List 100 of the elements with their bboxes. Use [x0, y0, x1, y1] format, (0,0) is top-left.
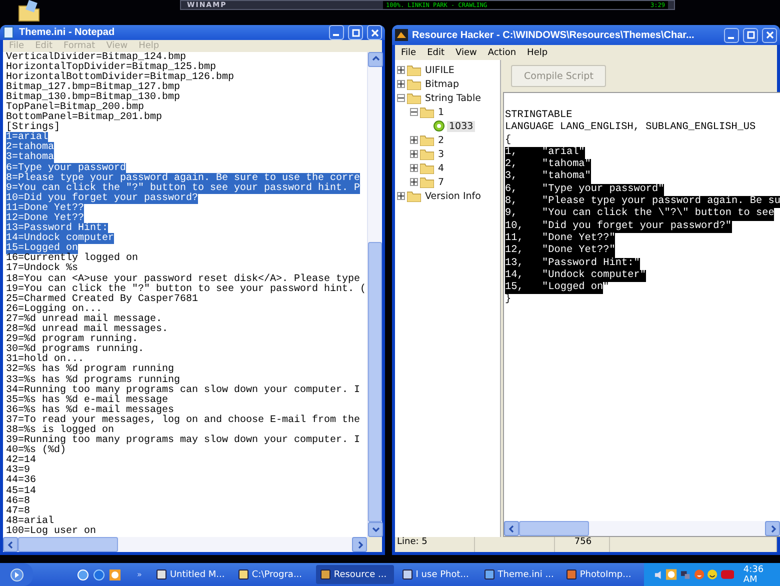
tree-item[interactable]: String Table	[423, 92, 483, 104]
maximize-icon	[352, 28, 360, 37]
expand-icon[interactable]	[410, 150, 418, 158]
scroll-up-icon[interactable]	[368, 52, 383, 66]
text-line: Bitmap_130.bmp=Bitmap_130.bmp	[6, 92, 180, 103]
close-button[interactable]	[367, 25, 382, 40]
folder-icon	[420, 176, 434, 188]
expand-icon[interactable]	[397, 80, 405, 88]
folder-icon	[407, 64, 421, 76]
text-line: 25=Charmed Created By Casper7681	[6, 294, 198, 305]
minimize-button[interactable]	[329, 25, 344, 40]
expand-icon[interactable]	[410, 178, 418, 186]
speaker-icon[interactable]	[654, 570, 664, 580]
collapse-icon[interactable]	[397, 94, 405, 102]
menu-item[interactable]: Edit	[427, 48, 444, 58]
open-folder-icon	[407, 92, 421, 104]
start-button[interactable]	[0, 563, 34, 586]
tree-item[interactable]: 4	[436, 162, 446, 174]
text-line: Bitmap_127.bmp=Bitmap_127.bmp	[6, 82, 180, 93]
text-line: 34=Running too many programs can slow down your computer. I	[6, 384, 360, 396]
close-icon	[370, 28, 378, 37]
text-line: 42=14	[6, 455, 36, 466]
gear-icon	[433, 120, 445, 132]
scroll-right-icon[interactable]	[352, 537, 367, 552]
vertical-scrollbar[interactable]	[367, 52, 382, 537]
string-entry: 6, "Type your password"	[505, 184, 664, 196]
string-entry: 9, "You can click the \"?\" button to see	[505, 208, 774, 221]
text-line: 19=You can click the "?" button to see your password hint. (	[6, 284, 366, 295]
string-entry: 11, "Done Yet??"	[505, 232, 616, 246]
string-entry: 13, "Password Hint:"	[505, 258, 640, 270]
taskbar-button[interactable]: PhotoImp...	[562, 565, 640, 584]
expand-icon[interactable]	[410, 136, 418, 144]
close-icon	[766, 31, 774, 39]
text-line: 40=%s (%d)	[6, 445, 66, 456]
scroll-thumb[interactable]	[368, 242, 382, 522]
menu-item[interactable]: Help	[527, 48, 548, 58]
scroll-left-icon[interactable]	[504, 521, 519, 536]
text-line: HorizontalBottomDivider=Bitmap_126.bmp	[6, 72, 234, 83]
minimize-button[interactable]	[724, 28, 739, 42]
clock-icon[interactable]	[666, 569, 678, 580]
horizontal-scrollbar[interactable]	[3, 537, 367, 552]
window-title: Theme.ini - Notepad	[19, 27, 116, 38]
notepad-icon	[3, 26, 15, 40]
string-entry: 3, "tahoma"	[505, 171, 591, 184]
smiley-icon[interactable]	[694, 569, 704, 580]
menu-item[interactable]: Action	[488, 48, 516, 58]
tree-item[interactable]: UIFILE	[423, 64, 456, 76]
more-button[interactable]: »	[137, 570, 142, 579]
resize-grip[interactable]	[367, 537, 382, 552]
text-line: 100=Log user on	[6, 526, 96, 537]
string-entry: 10, "Did you forget your password?"	[505, 220, 732, 233]
collapse-icon[interactable]	[410, 108, 418, 116]
text-line: 17=Undock %s	[6, 263, 78, 274]
text-line: 27=%d unread mail message.	[6, 314, 162, 325]
scroll-right-icon[interactable]	[765, 521, 780, 536]
expand-icon[interactable]	[410, 164, 418, 172]
text-line: 48=arial	[6, 516, 54, 527]
taskbar-button[interactable]: I use Phot...	[398, 565, 476, 584]
text-line: 45=14	[6, 486, 36, 497]
text-line: VerticalDivider=Bitmap_124.bmp	[6, 52, 186, 62]
taskbar-button[interactable]: C:\Progra...	[234, 565, 312, 584]
app-icon	[156, 569, 167, 580]
taskbar-button[interactable]: Untitled M...	[152, 565, 230, 584]
maximize-button[interactable]	[348, 25, 363, 40]
expand-icon[interactable]	[397, 66, 405, 74]
text-line: 33=%s has %d programs running	[6, 374, 180, 386]
text-line: 37=To read your messages, log on and choose E-mail from the	[6, 414, 360, 426]
scroll-down-icon[interactable]	[368, 522, 383, 537]
expand-icon[interactable]	[397, 192, 405, 200]
horizontal-scrollbar[interactable]	[504, 521, 780, 536]
taskbar-button[interactable]: Resource ...	[316, 565, 394, 584]
text-line: [Strings]	[6, 122, 60, 134]
script-editor[interactable]	[503, 92, 780, 537]
tree-item[interactable]: 7	[436, 176, 446, 188]
scroll-thumb[interactable]	[519, 521, 589, 536]
app-icon	[320, 569, 331, 580]
app-icon	[402, 569, 413, 580]
text-line: 36=%s has %d e-mail messages	[6, 404, 174, 416]
taskbar-button[interactable]: Theme.ini ...	[480, 565, 558, 584]
smiley-icon[interactable]	[707, 569, 718, 580]
tree-item[interactable]: Version Info	[423, 190, 483, 202]
close-button[interactable]	[762, 28, 777, 42]
scroll-thumb[interactable]	[18, 537, 118, 552]
tree-item[interactable]: 3	[436, 148, 446, 160]
play-icon	[10, 568, 24, 582]
scroll-left-icon[interactable]	[3, 537, 18, 552]
menu-item[interactable]: View	[456, 48, 477, 58]
text-line: 35=%s has %d e-mail message	[6, 394, 168, 406]
folder-icon[interactable]	[18, 0, 40, 22]
clock-icon[interactable]	[109, 568, 122, 580]
tree-item[interactable]: 2	[436, 134, 446, 146]
folder-icon	[420, 134, 434, 146]
tree-item[interactable]: 1033	[447, 120, 476, 132]
text-line: HorizontalTopDivider=Bitmap_125.bmp	[6, 62, 216, 73]
tree-item[interactable]: Bitmap	[423, 78, 461, 90]
maximize-button[interactable]	[743, 28, 758, 42]
string-entry: 8, "Please type your password again. Be su	[505, 196, 780, 208]
tree-item[interactable]: 1	[436, 106, 446, 118]
string-entry: 15, "Logged on	[505, 282, 604, 294]
menu-item[interactable]: File	[401, 48, 416, 58]
